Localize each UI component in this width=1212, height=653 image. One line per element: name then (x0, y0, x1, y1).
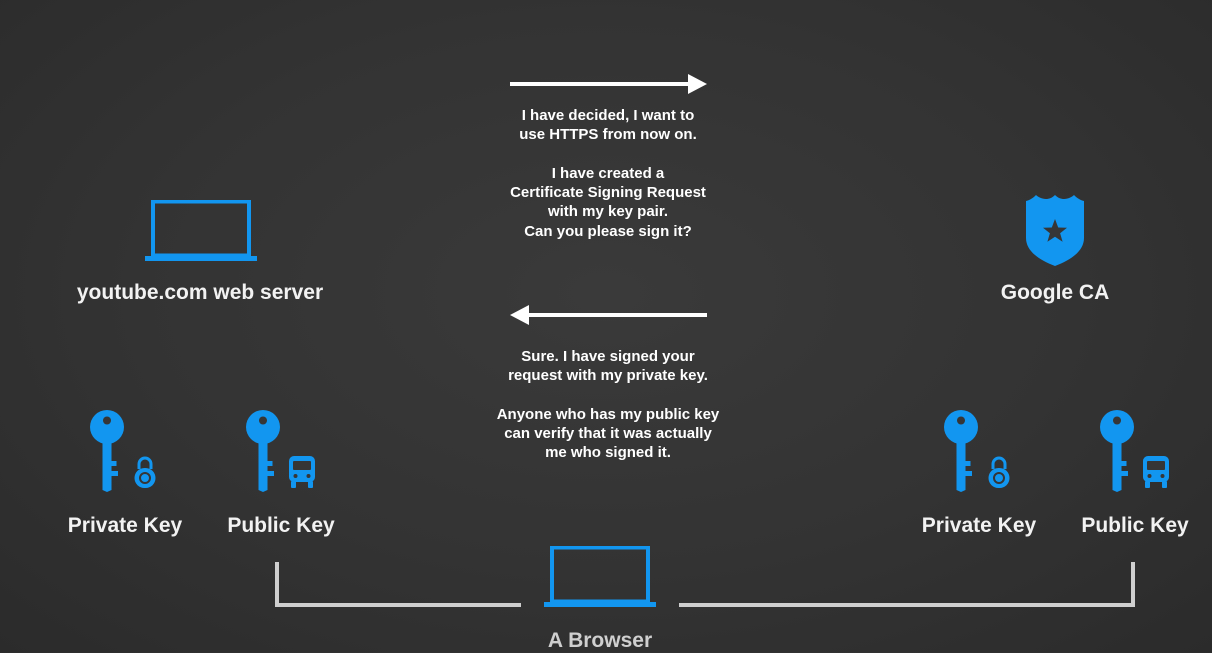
browser-laptop-icon (544, 546, 656, 608)
browser-label: A Browser (547, 629, 653, 652)
